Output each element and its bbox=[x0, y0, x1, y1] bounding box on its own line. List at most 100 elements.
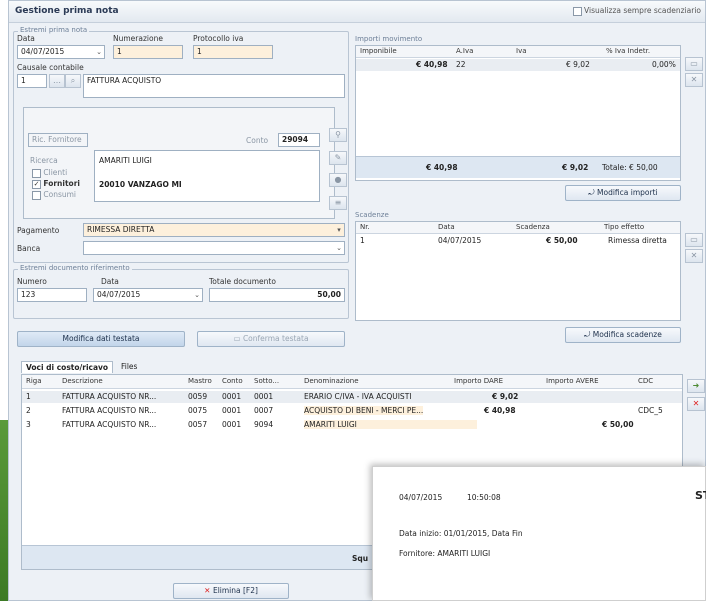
confirm-header-button[interactable]: ▭ Conferma testata bbox=[197, 331, 345, 347]
causal-code-field[interactable]: 1 bbox=[17, 74, 47, 88]
filter-consumers[interactable]: Consumi bbox=[32, 190, 76, 200]
bank-label: Banca bbox=[17, 244, 41, 253]
doc-date-field[interactable]: 04/07/2015 ⌄ bbox=[93, 288, 203, 302]
show-due-dates-label: Visualizza sempre scadenziario bbox=[584, 6, 701, 15]
due-type: Rimessa diretta bbox=[608, 236, 667, 245]
search-group-label: Ricerca bbox=[30, 156, 58, 165]
row-sub: 9094 bbox=[254, 420, 274, 429]
row-master: 0057 bbox=[188, 420, 208, 429]
edit-due-dates-button[interactable]: ⤾ Modifica scadenze bbox=[565, 327, 681, 343]
col-nondeductible: % Iva Indetr. bbox=[606, 47, 651, 55]
vat-protocol-field[interactable]: 1 bbox=[193, 45, 273, 59]
tab-cost-revenue[interactable]: Voci di costo/ricavo bbox=[21, 361, 114, 373]
due-amount: € 50,00 bbox=[546, 236, 578, 245]
filter-consumers-checkbox[interactable] bbox=[32, 190, 41, 200]
supplier-notes-icon[interactable]: ≡ bbox=[329, 196, 347, 210]
row-number: 2 bbox=[26, 406, 31, 415]
table-row[interactable]: 3 FATTURA ACQUISTO NR... 0057 0001 9094 … bbox=[22, 419, 682, 431]
payment-label: Pagamento bbox=[17, 226, 60, 235]
filter-suppliers-checkbox[interactable]: ✓ bbox=[32, 179, 41, 189]
supplier-search-field[interactable]: Ric. Fornitore bbox=[28, 133, 88, 147]
col-vat: Iva bbox=[516, 47, 527, 55]
show-due-dates-toggle[interactable]: Visualizza sempre scadenziario bbox=[572, 6, 701, 16]
popup-supplier-line: Fornitore: AMARITI LUIGI bbox=[399, 549, 491, 558]
supplier-card-icon[interactable]: ● bbox=[329, 173, 347, 187]
vat-protocol-label: Protocollo iva bbox=[193, 34, 244, 43]
doc-number-field[interactable]: 123 bbox=[17, 288, 87, 302]
payment-select[interactable]: RIMESSA DIRETTA ▾ bbox=[83, 223, 345, 237]
bank-dropdown-icon[interactable]: ⌄ bbox=[334, 242, 344, 254]
col-credit: Importo AVERE bbox=[546, 377, 599, 385]
row-master: 0059 bbox=[188, 392, 208, 401]
causal-description-field[interactable]: FATTURA ACQUISTO bbox=[83, 74, 345, 98]
causal-label: Causale contabile bbox=[17, 63, 84, 72]
edit-amounts-icon: ⤾ bbox=[588, 188, 598, 197]
edit-amounts-button[interactable]: ⤾ Modifica importi bbox=[565, 185, 681, 201]
popup-time: 10:50:08 bbox=[467, 493, 501, 502]
row-debit: € 9,02 bbox=[492, 392, 519, 401]
col-name: Denominazione bbox=[304, 377, 359, 385]
filter-clients[interactable]: Clienti bbox=[32, 168, 67, 178]
filter-clients-checkbox[interactable] bbox=[32, 168, 41, 178]
due-dates-header: Nr. Data Scadenza Tipo effetto bbox=[356, 222, 680, 234]
edit-header-button[interactable]: Modifica dati testata bbox=[17, 331, 185, 347]
popup-corner-text: ST bbox=[695, 489, 706, 502]
row-name: ACQUISTO DI BENI - MERCI PE... bbox=[304, 406, 424, 415]
col-cdc: CDC bbox=[638, 377, 654, 385]
row-description: FATTURA ACQUISTO NR... bbox=[62, 406, 157, 415]
causal-code-value: 1 bbox=[21, 76, 26, 85]
add-row-icon[interactable]: ➜ bbox=[687, 379, 705, 393]
show-due-dates-checkbox[interactable] bbox=[572, 6, 582, 16]
supplier-address: 20010 VANZAGO MI bbox=[99, 180, 182, 189]
due-remove-icon[interactable]: ✕ bbox=[685, 249, 703, 263]
row-master: 0075 bbox=[188, 406, 208, 415]
due-dates-row[interactable]: 1 04/07/2015 € 50,00 Rimessa diretta bbox=[356, 235, 680, 247]
account-field[interactable]: 29094 bbox=[278, 133, 320, 147]
edit-due-dates-icon: ⤾ bbox=[584, 330, 593, 339]
filter-suppliers[interactable]: ✓ Fornitori bbox=[32, 179, 80, 189]
amounts-header: Imponibile A.Iva Iva % Iva Indetr. bbox=[356, 46, 680, 58]
tab-files[interactable]: Files bbox=[117, 361, 141, 373]
date-dropdown-icon[interactable]: ⌄ bbox=[94, 46, 104, 58]
due-dates-table: Nr. Data Scadenza Tipo effetto 1 04/07/2… bbox=[355, 221, 681, 321]
table-row[interactable]: 2 FATTURA ACQUISTO NR... 0075 0001 0007 … bbox=[22, 405, 682, 417]
causal-search-icon[interactable]: ⌕ bbox=[65, 74, 81, 88]
date-field[interactable]: 04/07/2015 ⌄ bbox=[17, 45, 105, 59]
payment-value: RIMESSA DIRETTA bbox=[87, 225, 155, 234]
numbering-label: Numerazione bbox=[113, 34, 163, 43]
amounts-row[interactable]: € 40,98 22 € 9,02 0,00% bbox=[356, 59, 680, 71]
amounts-total-taxable: € 40,98 bbox=[426, 163, 458, 172]
numbering-field[interactable]: 1 bbox=[113, 45, 183, 59]
doc-number-label: Numero bbox=[17, 277, 47, 286]
row-account: 0001 bbox=[222, 392, 242, 401]
print-preview-popup: 04/07/2015 10:50:08 ST Data inizio: 01/0… bbox=[372, 466, 706, 601]
due-add-icon[interactable]: ▭ bbox=[685, 233, 703, 247]
filter-consumers-label: Consumi bbox=[43, 190, 77, 199]
delete-button[interactable]: ✕ Elimina [F2] bbox=[173, 583, 289, 599]
row-sub: 0007 bbox=[254, 406, 274, 415]
due-dates-legend: Scadenze bbox=[355, 211, 389, 219]
doc-total-field[interactable]: 50,00 bbox=[209, 288, 345, 302]
amounts-add-icon[interactable]: ▭ bbox=[685, 57, 703, 71]
amounts-total-row: € 40,98 € 9,02 Totale: € 50,00 bbox=[356, 156, 680, 178]
amounts-remove-icon[interactable]: ✕ bbox=[685, 73, 703, 87]
causal-description-value: FATTURA ACQUISTO bbox=[87, 76, 162, 85]
bank-select[interactable]: ⌄ bbox=[83, 241, 345, 255]
filter-suppliers-label: Fornitori bbox=[43, 179, 80, 188]
delete-row-icon[interactable]: ✕ bbox=[687, 397, 705, 411]
supplier-lookup-icon[interactable]: ⚲ bbox=[329, 128, 347, 142]
col-sub: Sotto... bbox=[254, 377, 280, 385]
col-account: Conto bbox=[222, 377, 243, 385]
col-vat-code: A.Iva bbox=[456, 47, 474, 55]
amounts-total-vat: € 9,02 bbox=[562, 163, 589, 172]
causal-lookup-button[interactable]: … bbox=[49, 74, 65, 88]
doc-total-label: Totale documento bbox=[209, 277, 276, 286]
confirm-icon: ▭ bbox=[233, 334, 243, 343]
doc-total-value: 50,00 bbox=[317, 290, 341, 299]
doc-date-dropdown-icon[interactable]: ⌄ bbox=[192, 289, 202, 301]
payment-dropdown-icon[interactable]: ▾ bbox=[334, 224, 344, 236]
delete-icon: ✕ bbox=[204, 586, 213, 595]
supplier-panel: Ric. Fornitore Conto 29094 AMARITI LUIGI… bbox=[23, 107, 335, 219]
table-row[interactable]: 1 FATTURA ACQUISTO NR... 0059 0001 0001 … bbox=[22, 391, 682, 403]
supplier-edit-icon[interactable]: ✎ bbox=[329, 151, 347, 165]
